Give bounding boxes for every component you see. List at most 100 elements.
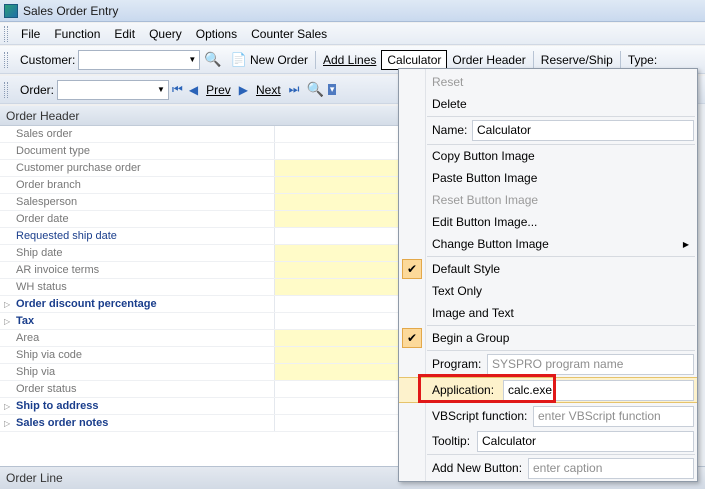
property-row[interactable]: AR invoice terms [0, 262, 399, 279]
menu-default-style[interactable]: ✔ Default Style [399, 258, 697, 280]
menu-text-only[interactable]: Text Only [399, 280, 697, 302]
grip-handle[interactable] [4, 51, 8, 68]
menu-reset-image[interactable]: Reset Button Image [399, 189, 697, 211]
chevron-down-icon[interactable]: ▼ [154, 81, 168, 99]
menu-copy-image[interactable]: Copy Button Image [399, 145, 697, 167]
property-label-text: Ship via code [16, 349, 83, 361]
property-label: Area [0, 330, 275, 346]
property-value[interactable] [275, 364, 399, 380]
vbscript-field-row: VBScript function: enter VBScript functi… [399, 403, 697, 429]
property-value[interactable] [275, 415, 399, 431]
last-record-icon[interactable]: ⏭ [286, 82, 303, 97]
property-value[interactable] [275, 228, 399, 244]
program-input[interactable]: SYSPRO program name [487, 353, 694, 375]
property-value[interactable] [275, 160, 399, 176]
property-label: Ship date [0, 245, 275, 261]
property-value[interactable] [275, 279, 399, 295]
property-row[interactable]: Customer purchase order [0, 160, 399, 177]
toolbar-overflow-icon[interactable]: ▾ [327, 84, 337, 95]
tooltip-input[interactable]: Calculator [477, 430, 694, 452]
property-value[interactable] [275, 381, 399, 397]
property-value[interactable] [275, 313, 399, 329]
grip-handle[interactable] [4, 81, 8, 98]
menu-edit-image[interactable]: Edit Button Image... [399, 211, 697, 233]
expand-arrow-icon[interactable]: ▷ [4, 300, 16, 309]
vbscript-input[interactable]: enter VBScript function [533, 405, 694, 427]
property-label: Requested ship date [0, 228, 275, 244]
menu-begin-group[interactable]: ✔ Begin a Group [399, 327, 697, 349]
menu-separator [427, 325, 695, 326]
prev-arrow-icon[interactable]: ◀ [186, 83, 201, 97]
property-row[interactable]: Area [0, 330, 399, 347]
expand-arrow-icon[interactable]: ▷ [4, 419, 16, 428]
property-value[interactable] [275, 330, 399, 346]
customer-combo[interactable]: ▼ [78, 49, 201, 70]
begin-group-label: Begin a Group [432, 331, 510, 345]
chevron-down-icon[interactable]: ▼ [185, 51, 199, 69]
property-value[interactable] [275, 245, 399, 261]
grip-handle[interactable] [4, 25, 8, 42]
property-value[interactable] [275, 177, 399, 193]
property-label-text: Order branch [16, 179, 81, 191]
property-row[interactable]: Salesperson [0, 194, 399, 211]
next-arrow-icon[interactable]: ▶ [236, 83, 251, 97]
property-row[interactable]: Ship via code [0, 347, 399, 364]
menu-reset[interactable]: Reset [399, 71, 697, 93]
search-icon[interactable]: 🔍 [302, 81, 327, 98]
property-label: ▷ Ship to address [0, 398, 275, 414]
property-value[interactable] [275, 126, 399, 142]
property-value[interactable] [275, 211, 399, 227]
property-label: ▷ Tax [0, 313, 275, 329]
menu-change-image[interactable]: Change Button Image ▶ [399, 233, 697, 255]
property-value[interactable] [275, 347, 399, 363]
menu-function[interactable]: Function [47, 27, 107, 41]
menu-paste-image[interactable]: Paste Button Image [399, 167, 697, 189]
expand-arrow-icon[interactable]: ▷ [4, 317, 16, 326]
menu-edit[interactable]: Edit [107, 27, 142, 41]
property-value[interactable] [275, 296, 399, 312]
expand-arrow-icon[interactable]: ▷ [4, 402, 16, 411]
menu-counter-sales[interactable]: Counter Sales [244, 27, 334, 41]
property-row[interactable]: Document type [0, 143, 399, 160]
prev-button[interactable]: Prev [201, 81, 236, 99]
property-label-text: WH status [16, 281, 67, 293]
order-header-button[interactable]: Order Header [447, 51, 530, 69]
menu-delete[interactable]: Delete [399, 93, 697, 115]
panel-header: Order Header [0, 106, 399, 126]
first-record-icon[interactable]: ⏮ [169, 82, 186, 97]
next-button[interactable]: Next [251, 81, 286, 99]
reserve-ship-button[interactable]: Reserve/Ship [536, 51, 618, 69]
prev-label: Prev [206, 82, 231, 97]
property-row[interactable]: Ship via [0, 364, 399, 381]
property-row[interactable]: Order date [0, 211, 399, 228]
property-label: Document type [0, 143, 275, 159]
search-icon[interactable]: 🔍 [200, 51, 225, 68]
property-row[interactable]: Ship date [0, 245, 399, 262]
property-value[interactable] [275, 194, 399, 210]
menu-image-and-text[interactable]: Image and Text [399, 302, 697, 324]
menu-query[interactable]: Query [142, 27, 189, 41]
add-lines-button[interactable]: Add Lines [318, 51, 381, 69]
order-combo[interactable]: ▼ [57, 79, 170, 100]
property-row[interactable]: ▷ Ship to address [0, 398, 399, 415]
menu-file[interactable]: File [14, 27, 47, 41]
property-value[interactable] [275, 143, 399, 159]
add-button-input[interactable]: enter caption [528, 457, 694, 479]
property-row[interactable]: Sales order [0, 126, 399, 143]
property-row[interactable]: Order status [0, 381, 399, 398]
property-value[interactable] [275, 262, 399, 278]
order-header-label: Order Header [452, 52, 526, 67]
property-row[interactable]: Order branch [0, 177, 399, 194]
property-row[interactable]: ▷ Order discount percentage [0, 296, 399, 313]
name-input[interactable]: Calculator [472, 119, 694, 141]
calculator-button[interactable]: Calculator [381, 49, 448, 70]
property-row[interactable]: ▷ Tax [0, 313, 399, 330]
property-label-text: Ship via [16, 366, 56, 378]
property-value[interactable] [275, 398, 399, 414]
property-row[interactable]: Requested ship date [0, 228, 399, 245]
menu-options[interactable]: Options [189, 27, 244, 41]
new-order-button[interactable]: 📄 New Order [226, 50, 313, 70]
property-row[interactable]: ▷ Sales order notes [0, 415, 399, 432]
property-row[interactable]: WH status [0, 279, 399, 296]
property-label: ▷ Order discount percentage [0, 296, 275, 312]
